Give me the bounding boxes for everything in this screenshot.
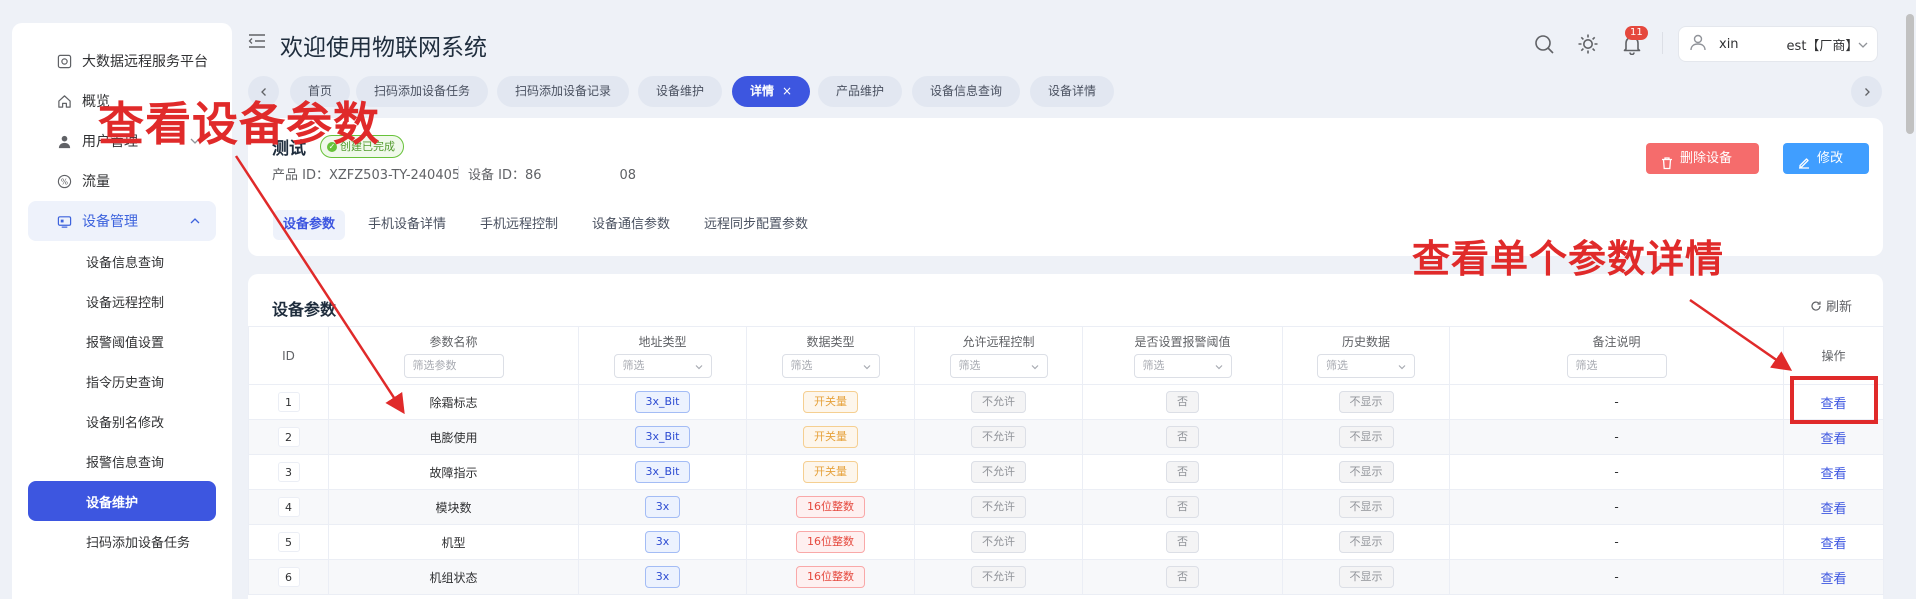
annotation-arrows [234,155,1793,415]
arrow-to-param-name [234,155,405,415]
highlight-box-view [1790,376,1878,424]
arrow-to-view-link [1689,298,1793,371]
